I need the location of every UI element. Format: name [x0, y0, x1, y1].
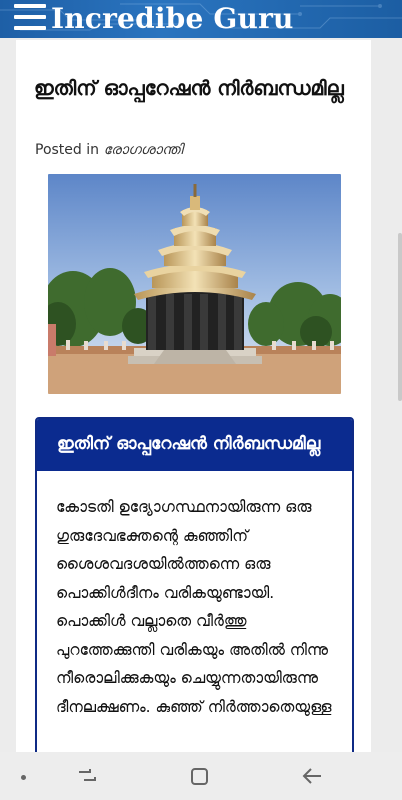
- hamburger-menu-icon[interactable]: [14, 4, 46, 30]
- nav-dot-icon: [21, 775, 26, 780]
- summary-box: ഇതിന് ഓപ്പറേഷൻ നിർബന്ധമില്ല കോടതി ഉദ്യോഗ…: [35, 417, 354, 760]
- post-card: ഇതിന് ഓപ്പറേഷൻ നിർബന്ധമില്ല Posted in രോ…: [16, 40, 371, 760]
- summary-body: കോടതി ഉദ്യോഗസ്ഥനായിരുന്ന ഒരു ഗുരുദേവഭക്ത…: [56, 498, 332, 716]
- site-title[interactable]: Incredibe Guru: [51, 0, 294, 38]
- post-meta: Posted in രോഗശാന്തി: [35, 142, 183, 158]
- summary-heading: ഇതിന് ഓപ്പറേഷൻ നിർബന്ധമില്ല: [37, 419, 352, 471]
- android-nav-bar: [0, 752, 402, 800]
- posted-in-label: Posted in: [35, 142, 100, 158]
- post-title: ഇതിന് ഓപ്പറേഷൻ നിർബന്ധമില്ല: [34, 76, 344, 100]
- post-image: [48, 174, 341, 394]
- scrollbar[interactable]: [398, 233, 402, 401]
- temple-illustration: [48, 174, 341, 394]
- recent-apps-icon[interactable]: [76, 766, 98, 786]
- back-icon[interactable]: [301, 766, 323, 786]
- app-header: Incredibe Guru: [0, 0, 402, 38]
- category-link[interactable]: രോഗശാന്തി: [103, 142, 182, 158]
- home-icon[interactable]: [189, 766, 211, 788]
